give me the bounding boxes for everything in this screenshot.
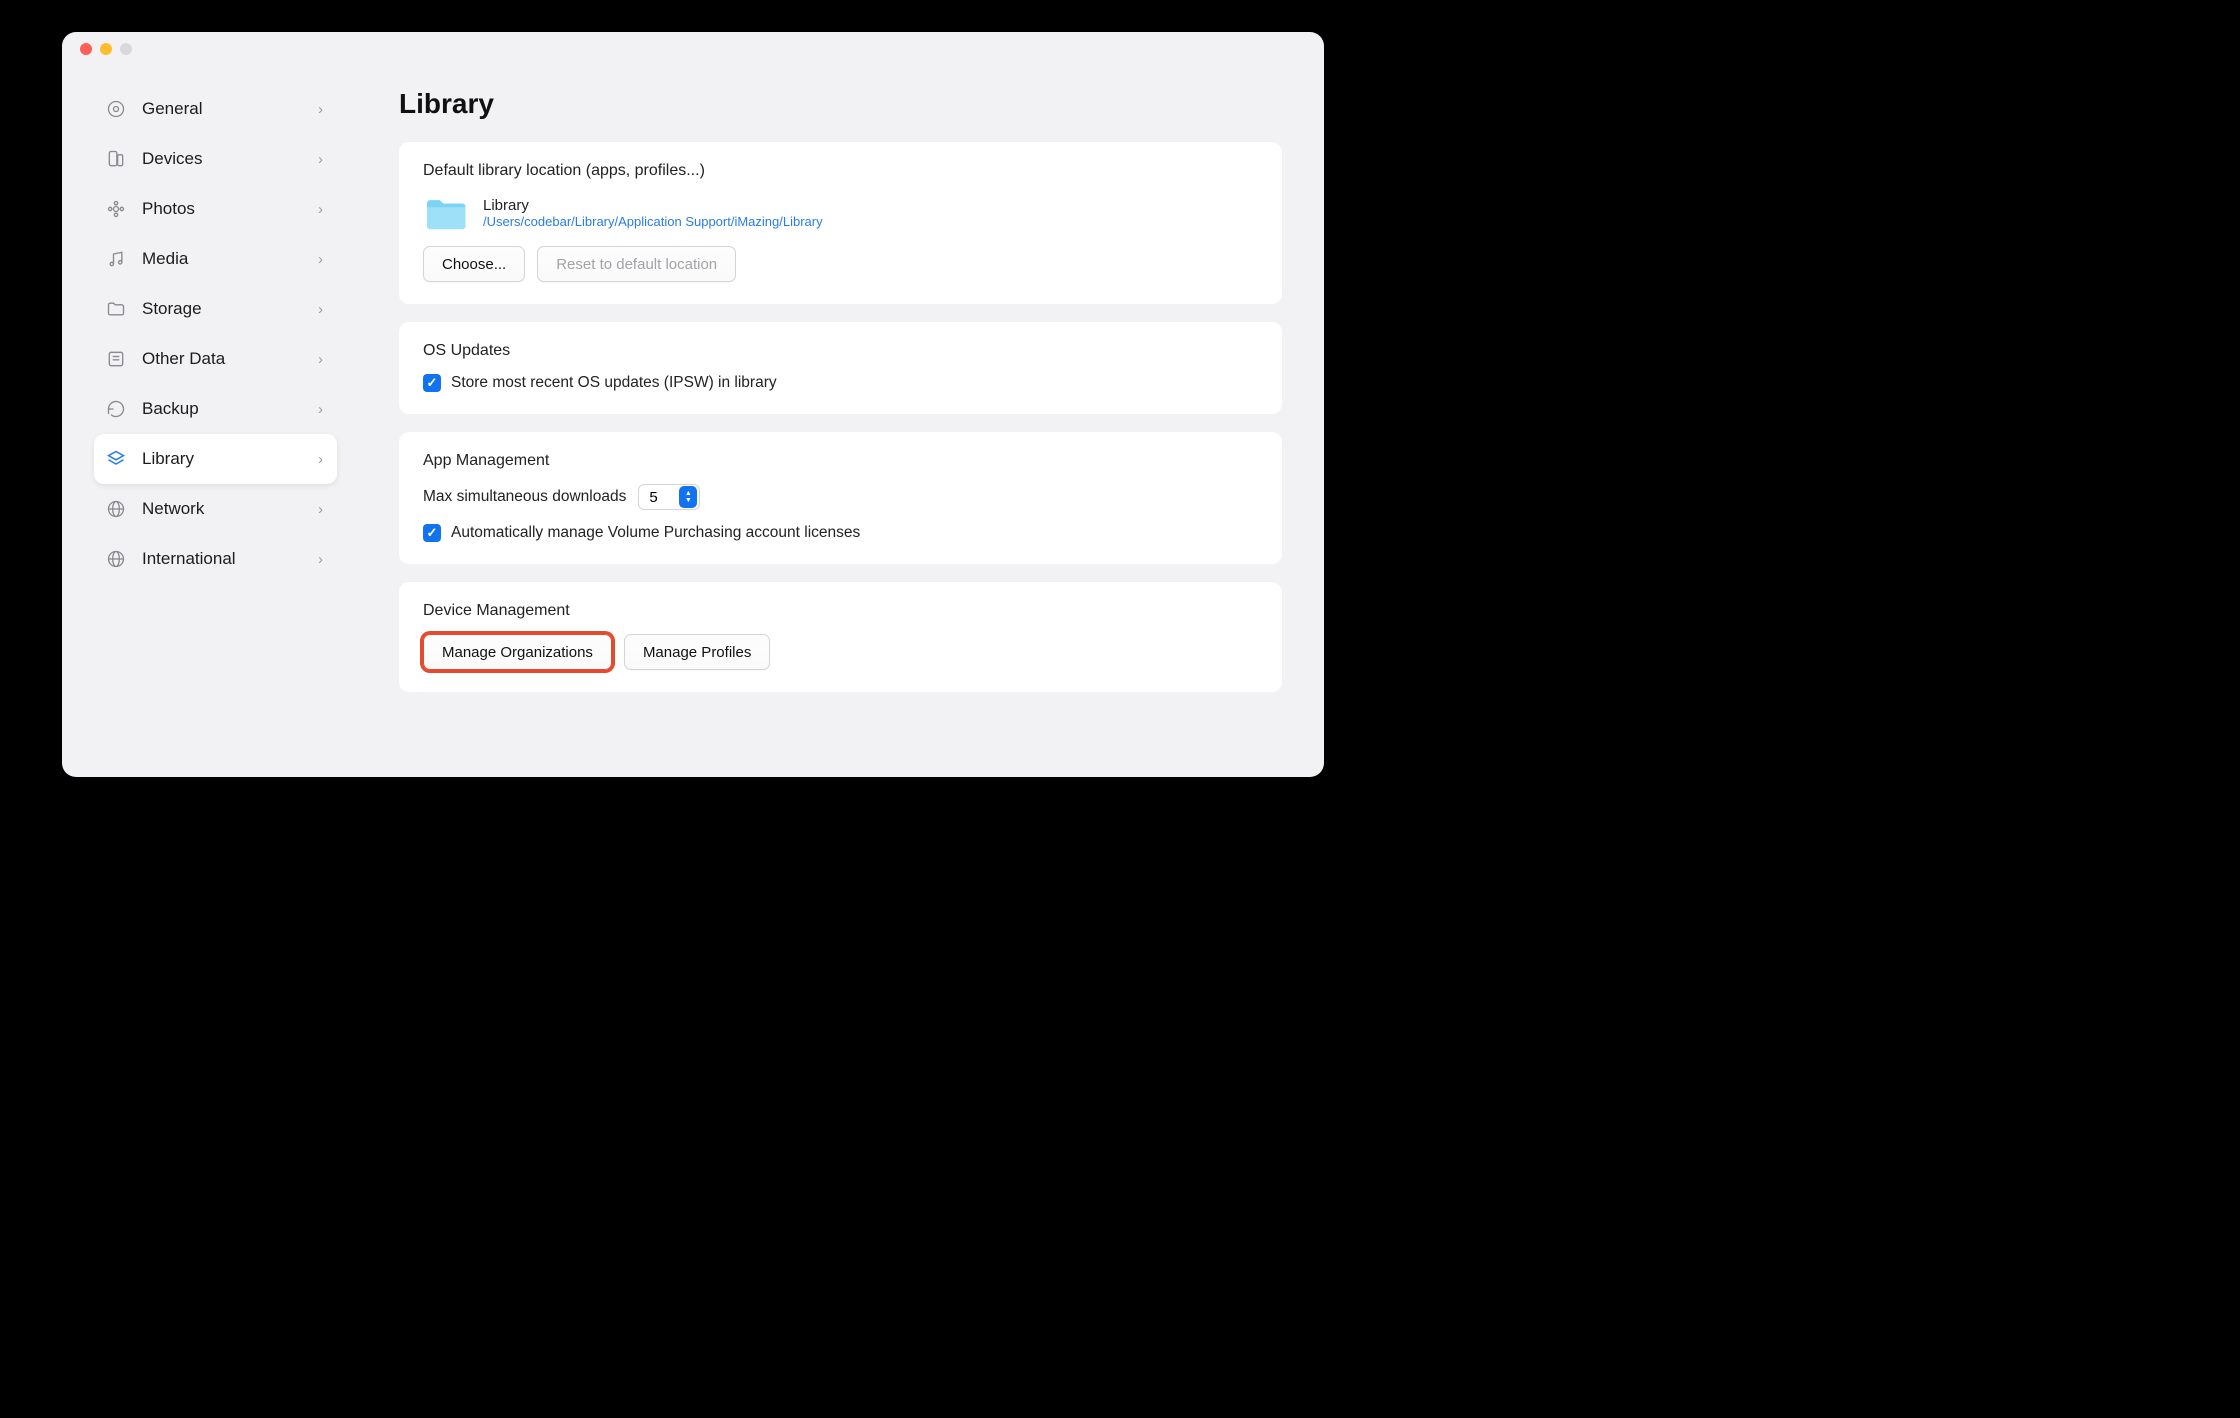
library-location-label: Default library location (apps, profiles…	[423, 162, 1258, 180]
chevron-right-icon: ›	[318, 101, 323, 118]
device-management-label: Device Management	[423, 602, 1258, 620]
sidebar: General › Devices › Photos ›	[62, 66, 357, 777]
library-location-card: Default library location (apps, profiles…	[399, 142, 1282, 304]
chevron-right-icon: ›	[318, 501, 323, 518]
document-icon	[104, 347, 128, 371]
max-downloads-stepper[interactable]: 5 ▲▼	[638, 484, 700, 510]
reset-location-button[interactable]: Reset to default location	[537, 246, 736, 282]
chevron-right-icon: ›	[318, 301, 323, 318]
store-updates-row[interactable]: ✓ Store most recent OS updates (IPSW) in…	[423, 374, 1258, 392]
choose-button[interactable]: Choose...	[423, 246, 525, 282]
photos-icon	[104, 197, 128, 221]
checkbox-icon[interactable]: ✓	[423, 524, 441, 542]
store-updates-label: Store most recent OS updates (IPSW) in l…	[451, 374, 777, 392]
os-updates-label: OS Updates	[423, 342, 1258, 360]
manage-organizations-button[interactable]: Manage Organizations	[423, 634, 612, 670]
chevron-right-icon: ›	[318, 551, 323, 568]
library-folder-path: /Users/codebar/Library/Application Suppo…	[483, 214, 823, 229]
window-body: General › Devices › Photos ›	[62, 66, 1324, 777]
sidebar-item-label: Library	[142, 449, 318, 469]
sidebar-item-label: Network	[142, 499, 318, 519]
sidebar-item-international[interactable]: International ›	[94, 534, 337, 584]
close-window-icon[interactable]	[80, 43, 92, 55]
chevron-right-icon: ›	[318, 251, 323, 268]
minimize-window-icon[interactable]	[100, 43, 112, 55]
sidebar-item-label: Other Data	[142, 349, 318, 369]
sidebar-item-other-data[interactable]: Other Data ›	[94, 334, 337, 384]
backup-icon	[104, 397, 128, 421]
manage-profiles-button[interactable]: Manage Profiles	[624, 634, 770, 670]
sidebar-item-photos[interactable]: Photos ›	[94, 184, 337, 234]
app-management-label: App Management	[423, 452, 1258, 470]
max-downloads-value: 5	[649, 489, 677, 506]
chevron-right-icon: ›	[318, 451, 323, 468]
device-management-card: Device Management Manage Organizations M…	[399, 582, 1282, 692]
stepper-arrows-icon[interactable]: ▲▼	[679, 486, 697, 508]
devices-icon	[104, 147, 128, 171]
sidebar-item-general[interactable]: General ›	[94, 84, 337, 134]
music-icon	[104, 247, 128, 271]
sidebar-item-label: Devices	[142, 149, 318, 169]
sidebar-item-devices[interactable]: Devices ›	[94, 134, 337, 184]
preferences-window: General › Devices › Photos ›	[62, 32, 1324, 777]
gear-icon	[104, 97, 128, 121]
sidebar-item-label: Photos	[142, 199, 318, 219]
max-downloads-label: Max simultaneous downloads	[423, 488, 626, 506]
app-management-card: App Management Max simultaneous download…	[399, 432, 1282, 564]
sidebar-item-media[interactable]: Media ›	[94, 234, 337, 284]
folder-icon	[423, 194, 469, 232]
chevron-right-icon: ›	[318, 201, 323, 218]
globe-icon	[104, 497, 128, 521]
library-folder-row: Library /Users/codebar/Library/Applicati…	[423, 194, 1258, 232]
sidebar-item-label: General	[142, 99, 318, 119]
chevron-right-icon: ›	[318, 151, 323, 168]
sidebar-item-storage[interactable]: Storage ›	[94, 284, 337, 334]
zoom-window-icon[interactable]	[120, 43, 132, 55]
sidebar-item-network[interactable]: Network ›	[94, 484, 337, 534]
titlebar	[62, 32, 1324, 66]
sidebar-item-library[interactable]: Library ›	[94, 434, 337, 484]
sidebar-item-label: International	[142, 549, 318, 569]
sidebar-item-label: Media	[142, 249, 318, 269]
auto-manage-row[interactable]: ✓ Automatically manage Volume Purchasing…	[423, 524, 1258, 542]
chevron-right-icon: ›	[318, 351, 323, 368]
os-updates-card: OS Updates ✓ Store most recent OS update…	[399, 322, 1282, 414]
sidebar-item-label: Storage	[142, 299, 318, 319]
auto-manage-label: Automatically manage Volume Purchasing a…	[451, 524, 860, 542]
checkbox-icon[interactable]: ✓	[423, 374, 441, 392]
library-folder-text: Library /Users/codebar/Library/Applicati…	[483, 197, 823, 229]
globe-icon	[104, 547, 128, 571]
sidebar-item-label: Backup	[142, 399, 318, 419]
content-pane: Library Default library location (apps, …	[357, 66, 1324, 777]
chevron-right-icon: ›	[318, 401, 323, 418]
page-title: Library	[399, 88, 1282, 120]
folder-icon	[104, 297, 128, 321]
layers-icon	[104, 447, 128, 471]
library-folder-name: Library	[483, 197, 823, 214]
sidebar-item-backup[interactable]: Backup ›	[94, 384, 337, 434]
